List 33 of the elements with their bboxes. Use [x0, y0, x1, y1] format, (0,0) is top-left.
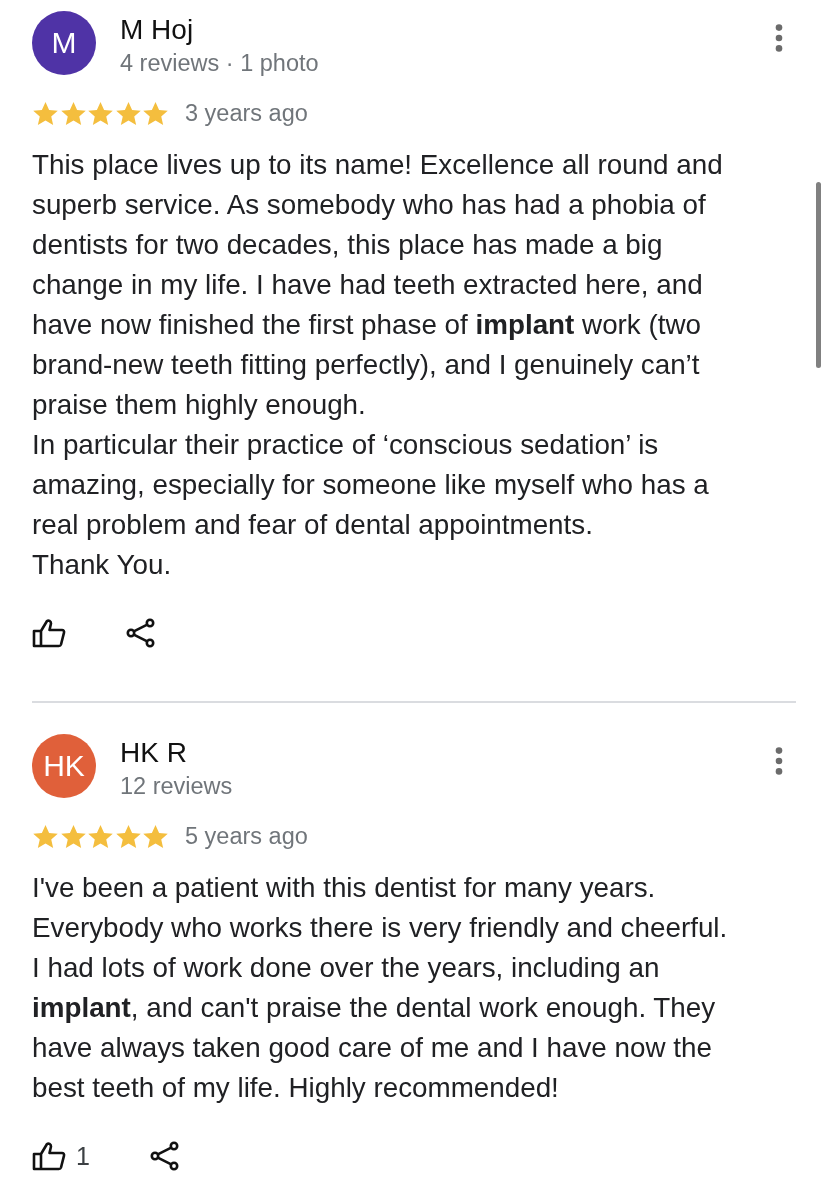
- avatar-circle: HK: [32, 734, 96, 798]
- reviewer-name[interactable]: M Hoj: [120, 13, 775, 47]
- more-options-icon: [775, 747, 783, 775]
- review-text: I've been a patient with this dentist for many years. Everybody who works there is very friendly and cheerful. I had lots of work done over the years, including an implant, and can't praise the dental work enough. They have always taken good care of me and I have now the best teeth of my life. Highly recommended!: [32, 871, 729, 1105]
- star-filled-icon: [142, 822, 170, 850]
- like-button[interactable]: [32, 618, 66, 648]
- avatar-circle: M: [32, 11, 96, 75]
- review-text: This place lives up to its name! Excellence all round and superb service. As somebody who has had a phobia of dentists for two decades, this place has made a big change in my life. I have had teeth extracted here, and have now finished the first phase of implant work (two brand-new teeth fitting perfectly), and I genuinely can’t praise them highly enough. In particular their practice of ‘conscious sedation’ is amazing, especially for someone like myself who has a real problem and fear of dental appointments. Thank You.: [32, 148, 724, 582]
- reviewer-stats: 12 reviews: [120, 772, 234, 801]
- star-filled-icon: [142, 99, 170, 127]
- share-icon: [126, 618, 156, 648]
- more-options-button[interactable]: [775, 747, 783, 775]
- more-options-icon: [775, 24, 783, 52]
- reviewer-stats: 4 reviews · 1 photo: [120, 49, 320, 78]
- star-filled-icon: [114, 822, 142, 850]
- star-filled-icon: [59, 822, 87, 850]
- more-options-button[interactable]: [775, 24, 783, 52]
- star-filled-icon: [59, 99, 87, 127]
- thumbs-up-icon: [32, 618, 66, 648]
- review-date: 5 years ago: [184, 822, 308, 851]
- share-button[interactable]: [149, 1141, 180, 1171]
- star-filled-icon: [32, 822, 59, 850]
- star-filled-icon: [114, 99, 142, 127]
- share-button[interactable]: [126, 618, 156, 648]
- review-date: 3 years ago: [184, 99, 308, 128]
- like-button[interactable]: 1: [32, 1141, 90, 1171]
- thumbs-up-icon: [32, 1141, 66, 1171]
- star-filled-icon: [87, 99, 115, 127]
- star-filled-icon: [87, 822, 115, 850]
- reviewer-name[interactable]: HK R: [120, 736, 775, 770]
- share-icon: [149, 1141, 180, 1171]
- scrollbar[interactable]: [816, 182, 821, 368]
- star-filled-icon: [32, 99, 59, 127]
